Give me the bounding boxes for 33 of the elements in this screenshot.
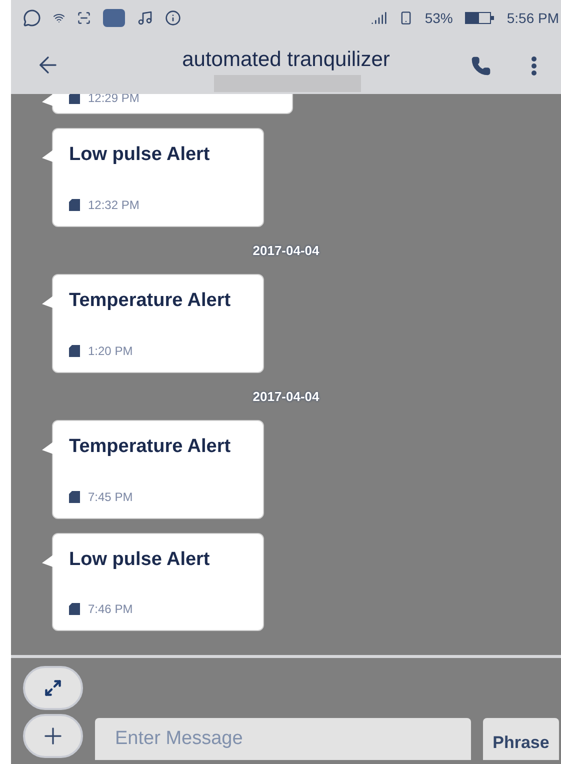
date-divider: 2017-04-04 <box>252 388 320 406</box>
message-text: Low pulse Alert <box>69 548 211 572</box>
sim-card-icon <box>69 198 80 210</box>
chat-title: automated tranquilizer <box>182 47 390 73</box>
message-text: Temperature Alert <box>69 289 232 313</box>
phrase-button[interactable]: Phrase <box>483 718 559 760</box>
battery-percent: 53% <box>424 8 453 28</box>
more-options-icon <box>531 56 537 76</box>
message-time: 12:32 PM <box>88 196 140 214</box>
sim-card-icon <box>69 344 80 356</box>
message-time: 7:46 PM <box>88 601 133 618</box>
message-input[interactable]: Enter Message <box>95 718 471 760</box>
signal-icon <box>370 10 387 26</box>
message-time: 1:20 PM <box>88 342 133 360</box>
battery-icon <box>464 12 495 24</box>
expand-icon <box>44 679 62 697</box>
chat-app-icon <box>23 9 41 27</box>
sim-card-icon <box>69 603 80 615</box>
phone-outline-icon <box>398 11 413 25</box>
message-time: 7:45 PM <box>88 488 133 506</box>
more-options-button[interactable] <box>531 56 537 76</box>
scan-icon <box>77 11 91 25</box>
message-text: Temperature Alert <box>69 435 232 459</box>
clock-time: 5:56 PM <box>506 8 559 28</box>
expand-button[interactable] <box>23 666 83 710</box>
phone-icon <box>471 56 491 76</box>
sim-card-icon <box>69 490 80 502</box>
message-text: Low pulse Alert <box>69 143 211 167</box>
call-button[interactable] <box>471 56 491 76</box>
info-icon <box>165 10 181 26</box>
music-note-icon <box>137 10 153 26</box>
app-square-icon <box>103 9 125 27</box>
date-divider: 2017-04-04 <box>252 242 320 260</box>
